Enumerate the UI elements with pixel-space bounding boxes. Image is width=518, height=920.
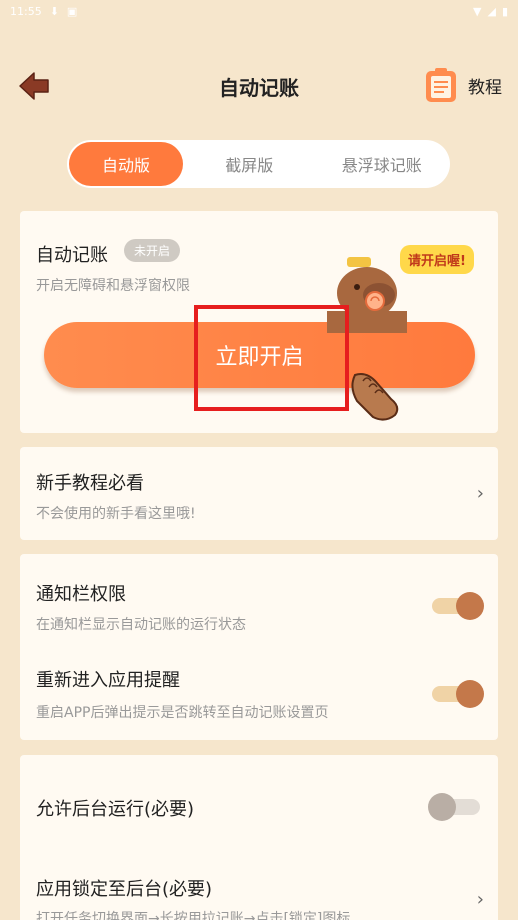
status-badge: 未开启 bbox=[124, 239, 181, 262]
reentry-reminder-toggle[interactable] bbox=[428, 680, 484, 708]
signal-icon: ◢ bbox=[487, 4, 496, 18]
background-run-title: 允许后台运行(必要) bbox=[36, 799, 195, 820]
tab-floating-ball[interactable]: 悬浮球记账 bbox=[316, 142, 449, 186]
tab-screenshot[interactable]: 截屏版 bbox=[183, 142, 316, 186]
background-card: 允许后台运行(必要) 应用锁定至后台(必要) 打开任务切换界面→长按用拉记账→点… bbox=[20, 755, 498, 920]
tutorial-label: 教程 bbox=[468, 77, 502, 98]
battery-icon: ▮ bbox=[501, 4, 508, 18]
guide-description: 不会使用的新手看这里哦! bbox=[36, 506, 196, 522]
notification-permission-description: 在通知栏显示自动记账的运行状态 bbox=[36, 617, 246, 633]
guide-title: 新手教程必看 bbox=[36, 473, 144, 494]
reentry-reminder-title: 重新进入应用提醒 bbox=[36, 670, 180, 691]
tab-auto[interactable]: 自动版 bbox=[69, 142, 183, 186]
status-bar: 11:55 ⬇ ▣ ▼ ◢ ▮ bbox=[0, 0, 518, 22]
background-run-toggle[interactable] bbox=[428, 793, 484, 821]
highlight-box bbox=[194, 305, 349, 411]
toggle-knob bbox=[428, 793, 456, 821]
settings-card: 通知栏权限 在通知栏显示自动记账的运行状态 重新进入应用提醒 重启APP后弹出提… bbox=[20, 554, 498, 740]
notification-permission-title: 通知栏权限 bbox=[36, 584, 126, 605]
clipboard-icon bbox=[426, 68, 456, 102]
chevron-right-icon[interactable]: › bbox=[477, 889, 484, 910]
app-icon: ▣ bbox=[66, 4, 78, 18]
reminder-bubble: 请开启喔! bbox=[400, 245, 474, 274]
wifi-icon: ▼ bbox=[473, 4, 482, 18]
download-icon: ⬇ bbox=[49, 4, 59, 18]
status-time: 11:55 bbox=[10, 4, 42, 18]
guide-card[interactable]: 新手教程必看 不会使用的新手看这里哦! › bbox=[20, 447, 498, 540]
pointing-paw-icon bbox=[351, 373, 399, 421]
notification-permission-toggle[interactable] bbox=[428, 592, 484, 620]
top-bar: 自动记账 教程 bbox=[0, 60, 518, 114]
auto-accounting-title: 自动记账 bbox=[36, 245, 108, 266]
mode-tabs: 自动版 截屏版 悬浮球记账 bbox=[67, 140, 450, 188]
tutorial-button[interactable]: 教程 bbox=[424, 66, 502, 104]
lock-background-title: 应用锁定至后台(必要) bbox=[36, 879, 213, 900]
toggle-knob bbox=[456, 680, 484, 708]
auto-accounting-description: 开启无障碍和悬浮窗权限 bbox=[36, 278, 190, 294]
toggle-knob bbox=[456, 592, 484, 620]
lock-background-description: 打开任务切换界面→长按用拉记账→点击[锁定]图标 bbox=[36, 911, 351, 920]
chevron-right-icon: › bbox=[476, 483, 484, 504]
reentry-reminder-description: 重启APP后弹出提示是否跳转至自动记账设置页 bbox=[36, 705, 329, 721]
